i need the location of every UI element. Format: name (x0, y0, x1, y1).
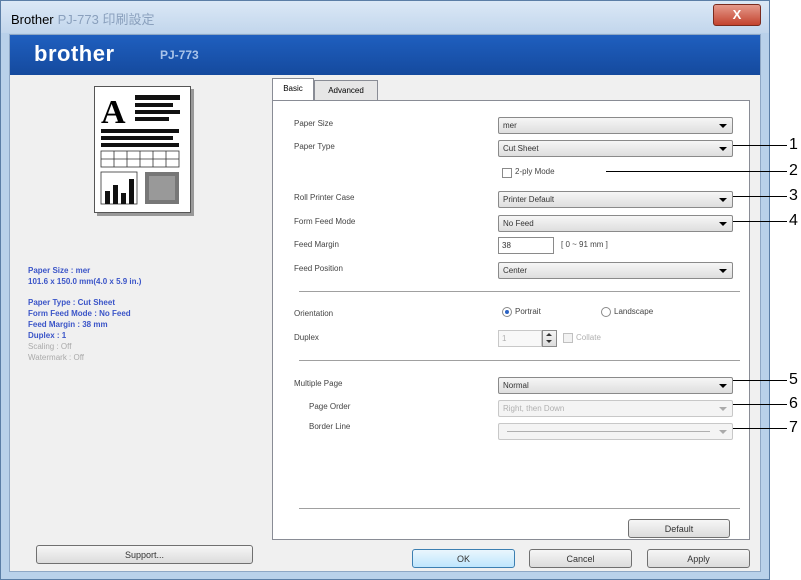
basic-tab-panel: Paper Size mer Paper Type Cut Sheet 2-pl… (272, 100, 750, 540)
callout-line (733, 221, 787, 222)
callout-number: 5 (789, 371, 798, 388)
summary-line: 101.6 x 150.0 mm(4.0 x 5.9 in.) (28, 277, 142, 286)
callout-number: 7 (789, 419, 798, 436)
feed-margin-range: [ 0 ~ 91 mm ] (561, 240, 608, 249)
paper-type-select[interactable]: Cut Sheet (498, 140, 733, 157)
feed-position-select[interactable]: Center (498, 262, 733, 279)
section-divider (299, 291, 740, 292)
border-line-label: Border Line (309, 422, 351, 431)
callout-line (606, 171, 787, 172)
tab-basic[interactable]: Basic (272, 78, 314, 100)
callout-number: 2 (789, 162, 798, 179)
default-button[interactable]: Default (628, 519, 730, 538)
collate-label: Collate (576, 333, 601, 342)
chevron-down-icon (719, 407, 727, 411)
two-ply-mode-checkbox[interactable] (502, 168, 512, 178)
summary-line: Paper Size : mer (28, 266, 91, 275)
duplex-copies-input[interactable]: 1 (498, 330, 542, 347)
callout-number: 6 (789, 395, 798, 412)
paper-size-label: Paper Size (294, 119, 334, 128)
portrait-radio[interactable] (502, 307, 512, 317)
cancel-button[interactable]: Cancel (529, 549, 632, 568)
summary-line: Duplex : 1 (28, 331, 67, 340)
chevron-down-icon (719, 269, 727, 273)
roll-printer-case-select[interactable]: Printer Default (498, 191, 733, 208)
ok-button[interactable]: OK (412, 549, 515, 568)
landscape-label: Landscape (614, 307, 654, 316)
portrait-label: Portrait (515, 307, 541, 316)
chevron-down-icon (719, 198, 727, 202)
window-title: Brother PJ-773 印刷設定 (11, 12, 155, 27)
callout-line (733, 145, 787, 146)
form-feed-mode-select[interactable]: No Feed (498, 215, 733, 232)
collate-checkbox[interactable] (563, 333, 573, 343)
settings-summary: Paper Size : mer 101.6 x 150.0 mm(4.0 x … (28, 265, 228, 363)
page-preview: A (94, 86, 191, 213)
callout-line (733, 196, 787, 197)
apply-button[interactable]: Apply (647, 549, 750, 568)
multiple-page-label: Multiple Page (294, 379, 343, 388)
brother-logo: brother (34, 41, 115, 66)
summary-line: Feed Margin : 38 mm (28, 320, 108, 329)
form-feed-mode-label: Form Feed Mode (294, 217, 356, 226)
feed-position-label: Feed Position (294, 264, 343, 273)
support-button[interactable]: Support... (36, 545, 253, 564)
spin-down-icon (546, 340, 552, 343)
orientation-label: Orientation (294, 309, 334, 318)
spin-up-icon (546, 333, 552, 336)
border-line-select[interactable] (498, 423, 733, 440)
callout-number: 3 (789, 187, 798, 204)
preview-letter: A (101, 94, 126, 131)
summary-line: Form Feed Mode : No Feed (28, 309, 131, 318)
summary-line: Watermark : Off (28, 353, 85, 362)
summary-line: Paper Type : Cut Sheet (28, 298, 115, 307)
callout-number: 4 (789, 212, 798, 229)
callout-line (733, 428, 787, 429)
paper-size-select[interactable]: mer (498, 117, 733, 134)
section-divider (299, 360, 740, 361)
callout-line (733, 380, 787, 381)
duplex-label: Duplex (294, 333, 319, 342)
roll-printer-case-label: Roll Printer Case (294, 193, 355, 202)
page-order-select[interactable]: Right, then Down (498, 400, 733, 417)
chevron-down-icon (719, 384, 727, 388)
duplex-spin-button[interactable] (542, 330, 557, 347)
paper-type-label: Paper Type (294, 142, 335, 151)
two-ply-mode-label: 2-ply Mode (515, 167, 555, 176)
chevron-down-icon (719, 430, 727, 434)
printing-preferences-window: Brother PJ-773 印刷設定 X brother PJ-773 A P… (0, 0, 770, 580)
page-order-label: Page Order (309, 402, 351, 411)
callout-number: 1 (789, 136, 798, 153)
multiple-page-select[interactable]: Normal (498, 377, 733, 394)
landscape-radio[interactable] (601, 307, 611, 317)
chevron-down-icon (719, 222, 727, 226)
title-bar[interactable]: Brother PJ-773 印刷設定 X (1, 1, 769, 33)
summary-line: Scaling : Off (28, 342, 72, 351)
callout-line (733, 404, 787, 405)
border-line-sample (507, 431, 710, 432)
tab-advanced[interactable]: Advanced (314, 80, 378, 100)
feed-margin-input[interactable]: 38 (498, 237, 554, 254)
brand-banner: brother PJ-773 (10, 35, 760, 75)
dialog-client-area: brother PJ-773 A Paper Size: mer 101.6 … (9, 34, 761, 572)
chevron-down-icon (719, 147, 727, 151)
model-name: PJ-773 (160, 48, 199, 62)
feed-margin-label: Feed Margin (294, 240, 339, 249)
preview-graphic: A (100, 94, 180, 205)
section-divider (299, 508, 740, 509)
chevron-down-icon (719, 124, 727, 128)
close-button[interactable]: X (713, 4, 761, 26)
